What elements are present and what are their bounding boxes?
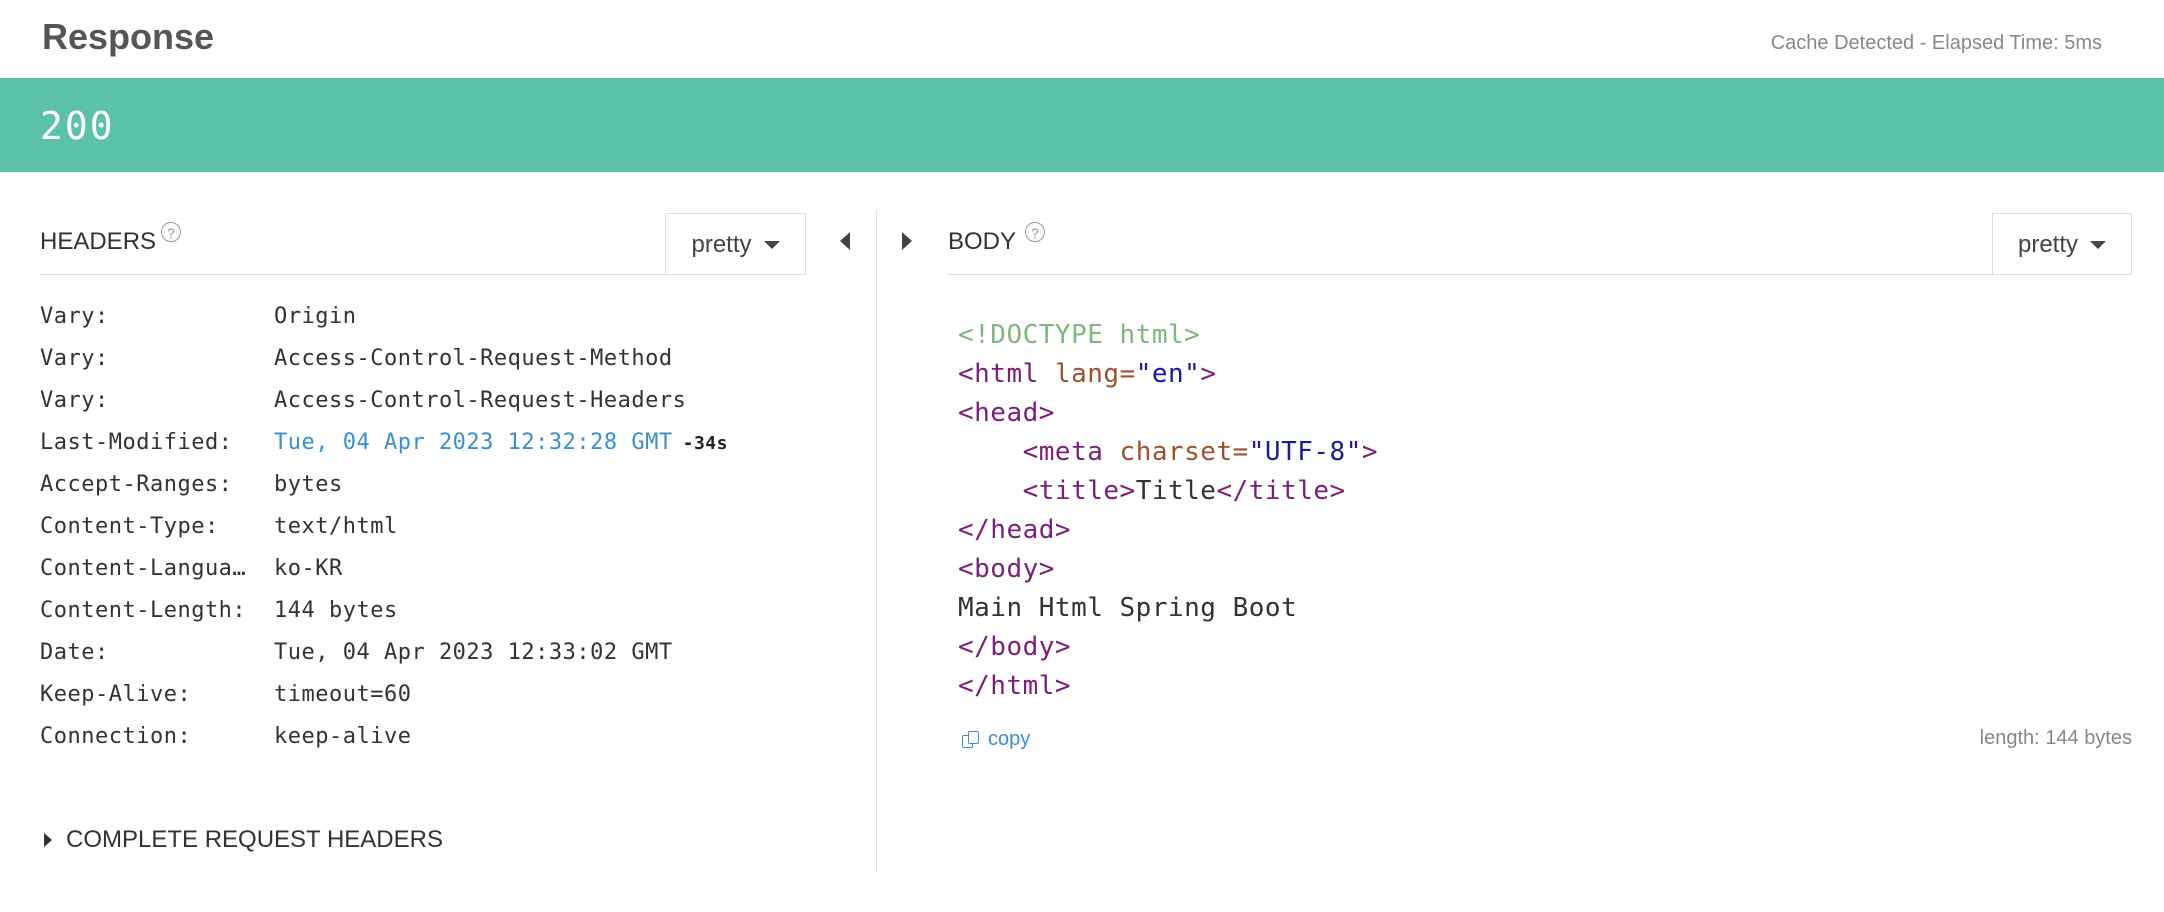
- code-token: >: [1361, 437, 1379, 467]
- header-name: Last-Modified:: [40, 430, 233, 455]
- headers-format-dropdown[interactable]: pretty: [665, 213, 806, 275]
- header-value: text/html: [274, 514, 398, 539]
- caret-right-icon: [44, 833, 52, 847]
- header-value: timeout=60: [274, 682, 412, 707]
- code-line: <!DOCTYPE html>: [958, 316, 1378, 355]
- code-token: </body>: [958, 632, 1072, 662]
- chevron-down-icon: [2090, 240, 2107, 249]
- code-line: <meta charset="UTF-8">: [958, 433, 1378, 472]
- header-value: 144 bytes: [274, 598, 398, 623]
- header-name: Vary:: [40, 388, 109, 413]
- body-format-label: pretty: [2017, 230, 2079, 258]
- header-name: Accept-Ranges:: [40, 472, 233, 497]
- code-token: "en": [1135, 359, 1201, 389]
- header-value: Origin: [274, 304, 357, 329]
- header-value: bytes: [274, 472, 343, 497]
- page-title: Response: [42, 16, 215, 57]
- status-code: 200: [40, 104, 115, 148]
- code-token: Title: [1135, 476, 1217, 506]
- header-value: Access-Control-Request-Headers: [274, 388, 687, 413]
- body-divider: [948, 274, 2132, 275]
- headers-title: HEADERS: [40, 228, 157, 255]
- code-token: <body>: [958, 554, 1055, 584]
- header-name: Date:: [40, 640, 109, 665]
- copy-icon: [962, 730, 980, 749]
- status-bar: 200: [0, 78, 2164, 172]
- headers-divider: [40, 274, 806, 275]
- copy-label: copy: [988, 728, 1031, 750]
- header-name: Vary:: [40, 304, 109, 329]
- panel-divider[interactable]: [876, 210, 877, 872]
- headers-help-icon[interactable]: ?: [161, 222, 181, 242]
- code-line: Main Html Spring Boot: [958, 589, 1378, 628]
- header-value: ko-KR: [274, 556, 343, 581]
- time-delta: -34s: [682, 433, 728, 454]
- code-token: lang=: [1038, 359, 1136, 389]
- code-line: <html lang="en">: [958, 355, 1378, 394]
- headers-format-label: pretty: [691, 230, 752, 258]
- code-line: </body>: [958, 628, 1378, 667]
- header-name: Content-Length:: [40, 598, 247, 623]
- body-format-dropdown[interactable]: pretty: [1992, 213, 2132, 275]
- code-token: Main Html Spring Boot: [958, 593, 1298, 623]
- code-line: <title>Title</title>: [958, 472, 1378, 511]
- header-name: Content-Langua…: [40, 556, 247, 581]
- complete-request-headers-label: COMPLETE REQUEST HEADERS: [66, 826, 443, 853]
- code-line: </head>: [958, 511, 1378, 550]
- complete-request-headers-toggle[interactable]: COMPLETE REQUEST HEADERS: [44, 826, 443, 854]
- header-value: Access-Control-Request-Method: [274, 346, 673, 371]
- response-body-code: <!DOCTYPE html> <html lang="en"> <head> …: [958, 316, 1378, 706]
- last-modified-link[interactable]: Tue, 04 Apr 2023 12:32:28 GMT: [274, 430, 673, 455]
- code-line: <body>: [958, 550, 1378, 589]
- header-name: Keep-Alive:: [40, 682, 192, 707]
- code-token: </title>: [1216, 476, 1346, 506]
- copy-button[interactable]: copy: [962, 728, 1030, 751]
- code-token: </html>: [958, 671, 1072, 701]
- header-name: Content-Type:: [40, 514, 219, 539]
- collapse-left-icon[interactable]: [840, 232, 850, 250]
- header-name: Connection:: [40, 724, 192, 749]
- code-token: <title>: [958, 476, 1136, 506]
- body-length-text: length: 144 bytes: [1979, 727, 2132, 749]
- header-value: Tue, 04 Apr 2023 12:33:02 GMT: [274, 640, 673, 665]
- elapsed-time-text: Cache Detected - Elapsed Time: 5ms: [1770, 32, 2102, 54]
- code-token: >: [1200, 359, 1217, 389]
- code-token: <meta: [958, 437, 1104, 467]
- expand-right-icon[interactable]: [902, 232, 912, 250]
- body-title: BODY: [948, 228, 1017, 255]
- code-token: <head>: [958, 398, 1055, 428]
- code-token: <!DOCTYPE html>: [958, 320, 1201, 350]
- code-token: <html: [958, 359, 1039, 389]
- response-header: Response Cache Detected - Elapsed Time: …: [0, 0, 2164, 78]
- header-value: keep-alive: [274, 724, 412, 749]
- code-token: </head>: [958, 515, 1072, 545]
- header-name: Vary:: [40, 346, 109, 371]
- code-token: "UTF-8": [1248, 437, 1362, 467]
- body-help-icon[interactable]: ?: [1025, 222, 1045, 242]
- code-token: charset=: [1103, 437, 1249, 467]
- header-value-wrap: Tue, 04 Apr 2023 12:32:28 GMT -34s: [274, 430, 728, 455]
- code-line: <head>: [958, 394, 1378, 433]
- code-line: </html>: [958, 667, 1378, 706]
- chevron-down-icon: [763, 240, 780, 249]
